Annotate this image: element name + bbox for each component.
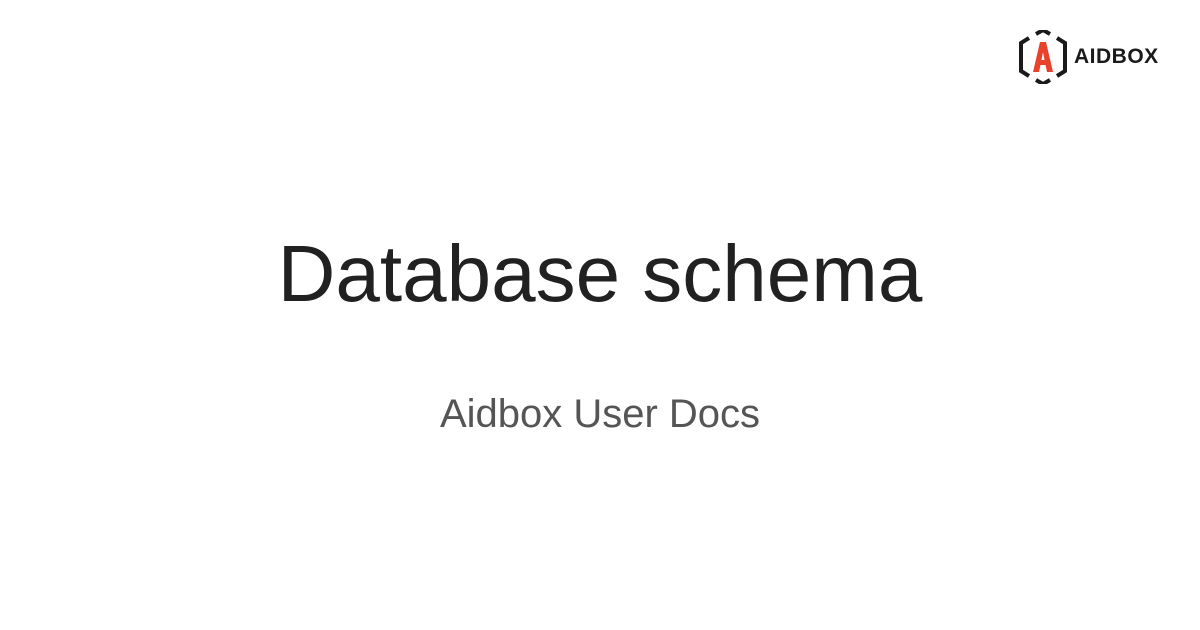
aidbox-logo: AIDBOX	[1019, 30, 1159, 84]
page-title: Database schema	[277, 229, 923, 318]
aidbox-logo-icon	[1019, 30, 1067, 84]
page-subtitle: Aidbox User Docs	[439, 392, 761, 436]
logo-text: AIDBOX	[1074, 45, 1159, 68]
